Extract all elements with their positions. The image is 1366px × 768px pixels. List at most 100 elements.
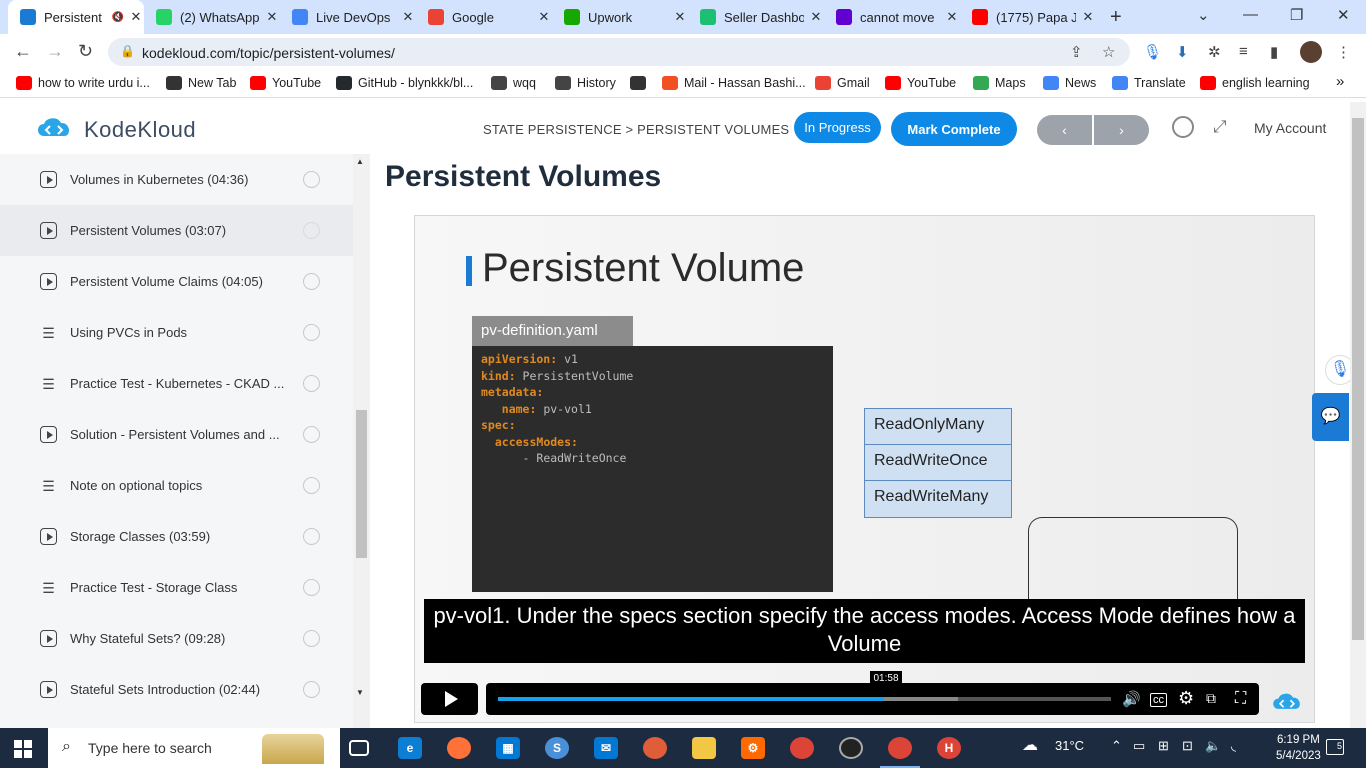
sidebar-scrollbar-thumb[interactable] <box>356 410 367 558</box>
chrome-icon[interactable] <box>790 737 814 759</box>
browser-tab[interactable]: Seller Dashbo ✕ <box>688 4 824 30</box>
browser-menu-icon[interactable]: ⋮ <box>1336 43 1351 61</box>
browser-tab[interactable]: Live DevOps ✕ <box>280 4 416 30</box>
browser-tab[interactable]: Google ✕ <box>416 4 552 30</box>
lesson-item[interactable]: Volumes in Kubernetes (04:36) <box>0 154 353 205</box>
lesson-completion-circle[interactable] <box>303 426 320 443</box>
lesson-completion-circle[interactable] <box>303 273 320 290</box>
bookmark-star-icon[interactable]: ☆ <box>1102 43 1115 61</box>
browser-tab[interactable]: Upwork ✕ <box>552 4 688 30</box>
back-icon[interactable]: ← <box>14 41 32 62</box>
bookmark-item[interactable]: History <box>555 76 616 90</box>
fullscreen-icon[interactable]: ⛶ <box>1235 690 1246 708</box>
page-scrollbar-thumb[interactable] <box>1352 118 1364 640</box>
lesson-item[interactable]: ☰ Practice Test - Storage Class <box>0 562 353 613</box>
previous-lesson-button[interactable]: ‹ <box>1037 115 1092 145</box>
browser-tab[interactable]: cannot move ✕ <box>824 4 960 30</box>
lesson-item[interactable]: ☰ Using PVCs in Pods <box>0 307 353 358</box>
lesson-item[interactable]: ☰ Note on optional topics <box>0 460 353 511</box>
wifi-icon[interactable]: ◟ <box>1231 738 1236 754</box>
bookmark-item[interactable]: GitHub - blynkkk/bl... <box>336 76 473 90</box>
mail-icon[interactable]: ✉ <box>594 737 618 759</box>
bookmark-item[interactable]: News <box>1043 76 1096 90</box>
kodekloud-logo-icon[interactable] <box>34 114 74 142</box>
chrome-profile-icon[interactable] <box>888 737 912 759</box>
task-view-icon[interactable] <box>349 740 369 756</box>
tab-search-icon[interactable]: ⌄ <box>1197 6 1210 24</box>
logo-text[interactable]: KodeKloud <box>84 117 196 143</box>
browser-tab[interactable]: (1775) Papa J ✕ <box>960 4 1096 30</box>
weather-temp[interactable]: 31°C <box>1055 738 1084 753</box>
mic-extension-icon[interactable]: 🎙 <box>1143 43 1162 61</box>
download-extension-icon[interactable]: ⬇ <box>1176 43 1189 61</box>
tab-close-icon[interactable]: ✕ <box>128 9 144 25</box>
wps-icon[interactable] <box>643 737 667 759</box>
edge-icon[interactable]: e <box>398 737 422 759</box>
speaker-icon[interactable]: 🔈 <box>1205 738 1221 754</box>
volume-icon[interactable]: 🔊 <box>1122 690 1141 708</box>
lesson-completion-circle[interactable] <box>303 171 320 188</box>
scroll-up-arrow-icon[interactable]: ▲ <box>356 157 364 166</box>
bookmark-item[interactable]: YouTube <box>885 76 956 90</box>
lesson-completion-circle[interactable] <box>303 222 320 239</box>
profile-avatar[interactable] <box>1300 41 1322 63</box>
lesson-item[interactable]: ☰ Practice Test - Kubernetes - CKAD ... <box>0 358 353 409</box>
lesson-completion-circle[interactable] <box>303 528 320 545</box>
skype-icon[interactable]: S <box>545 737 569 759</box>
network-icon[interactable]: ⊞ <box>1158 738 1169 754</box>
side-panel-icon[interactable]: ▮ <box>1270 43 1278 61</box>
next-lesson-button[interactable]: › <box>1094 115 1149 145</box>
minimize-button[interactable]: — <box>1243 6 1258 23</box>
obs-icon[interactable] <box>839 737 863 759</box>
tab-close-icon[interactable]: ✕ <box>536 9 552 25</box>
tab-close-icon[interactable]: ✕ <box>400 9 416 25</box>
lesson-item[interactable]: Stateful Sets Introduction (02:44) <box>0 664 353 715</box>
tab-close-icon[interactable]: ✕ <box>1080 9 1096 25</box>
tab-close-icon[interactable]: ✕ <box>808 9 824 25</box>
battery-icon[interactable]: ▭ <box>1133 738 1145 754</box>
browser-tab[interactable]: (2) WhatsApp ✕ <box>144 4 280 30</box>
taskbar-search-box[interactable]: ⌕ Type here to search <box>48 728 340 768</box>
meet-icon[interactable]: ⊡ <box>1182 738 1193 754</box>
bookmark-item[interactable]: english learning <box>1200 76 1310 90</box>
my-account-link[interactable]: My Account <box>1254 120 1326 136</box>
fullscreen-expand-icon[interactable]: ⤢ <box>1213 117 1227 137</box>
window-close-button[interactable]: ✕ <box>1337 6 1350 24</box>
microsoft-store-icon[interactable]: ▦ <box>496 737 520 759</box>
bookmark-item[interactable]: wqq <box>491 76 536 90</box>
bookmark-item[interactable]: New Tab <box>166 76 236 90</box>
play-button[interactable] <box>421 683 478 715</box>
lesson-item[interactable]: Solution - Persistent Volumes and ... <box>0 409 353 460</box>
bookmarks-overflow-icon[interactable]: » <box>1336 73 1344 90</box>
tab-close-icon[interactable]: ✕ <box>672 9 688 25</box>
app-settings-icon[interactable]: ⚙ <box>741 737 765 759</box>
lock-icon[interactable]: 🔒 <box>120 44 135 58</box>
mark-complete-button[interactable]: Mark Complete <box>891 112 1017 146</box>
windows-start-icon[interactable] <box>14 740 32 758</box>
new-tab-button[interactable]: + <box>1110 6 1122 29</box>
lesson-completion-circle[interactable] <box>303 324 320 341</box>
notification-center-icon[interactable]: 5 <box>1326 739 1344 755</box>
lesson-item[interactable]: Persistent Volume Claims (04:05) <box>0 256 353 307</box>
picture-in-picture-icon[interactable]: ⧉ <box>1206 690 1216 707</box>
restore-button[interactable]: ❐ <box>1290 6 1303 24</box>
tray-overflow-icon[interactable]: ⌃ <box>1111 738 1122 754</box>
scroll-down-arrow-icon[interactable]: ▼ <box>356 688 364 697</box>
media-control-icon[interactable]: ≡ <box>1239 43 1248 60</box>
settings-gear-icon[interactable]: ⚙ <box>1178 688 1194 709</box>
url-text[interactable]: kodekloud.com/topic/persistent-volumes/ <box>142 45 395 61</box>
lesson-completion-circle[interactable] <box>303 579 320 596</box>
bookmark-item[interactable]: how to write urdu i... <box>16 76 150 90</box>
dark-mode-toggle-icon[interactable] <box>1172 116 1194 138</box>
lesson-item[interactable]: Persistent Volumes (03:07) <box>0 205 353 256</box>
firefox-icon[interactable] <box>447 737 471 759</box>
chat-widget-icon[interactable]: 💬 <box>1312 393 1349 441</box>
chrome-profile-h-icon[interactable]: H <box>937 737 961 759</box>
bookmark-item[interactable]: YouTube <box>250 76 321 90</box>
lesson-completion-circle[interactable] <box>303 375 320 392</box>
bookmark-item[interactable]: Gmail <box>815 76 870 90</box>
share-icon[interactable]: ⇪ <box>1070 43 1083 61</box>
kodekloud-player-logo-icon[interactable] <box>1268 690 1306 714</box>
lesson-completion-circle[interactable] <box>303 477 320 494</box>
lesson-completion-circle[interactable] <box>303 681 320 698</box>
